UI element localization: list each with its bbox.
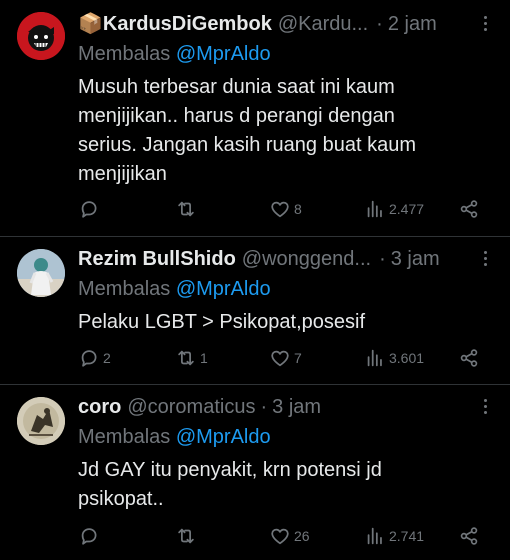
retweet-button[interactable] bbox=[175, 197, 200, 221]
speech-bubble-icon bbox=[81, 201, 97, 218]
action-bar: 2 1 7 3.601 bbox=[78, 346, 482, 370]
more-vertical-icon[interactable] bbox=[478, 246, 492, 270]
speech-bubble-icon bbox=[81, 350, 97, 367]
reply-button[interactable]: 2 bbox=[78, 346, 111, 370]
reply-context: Membalas @MprAldo bbox=[78, 41, 492, 67]
like-button[interactable]: 26 bbox=[269, 524, 310, 548]
action-bar: 26 2.741 bbox=[78, 524, 482, 548]
mention-link[interactable]: @MprAldo bbox=[176, 426, 271, 448]
views-button[interactable]: 3.601 bbox=[364, 346, 424, 370]
share-icon bbox=[460, 527, 478, 545]
share-button[interactable] bbox=[458, 197, 480, 221]
tweet-card[interactable]: 📦KardusDiGembok @Kardu... · 2 jam Membal… bbox=[0, 0, 510, 236]
like-button[interactable]: 7 bbox=[269, 346, 302, 370]
bar-chart-icon bbox=[367, 527, 382, 545]
view-count: 2.741 bbox=[389, 528, 425, 544]
bar-chart-icon bbox=[367, 200, 382, 218]
display-name[interactable]: 📦KardusDiGembok bbox=[78, 11, 272, 37]
user-handle[interactable]: @Kardu... bbox=[278, 11, 368, 37]
reply-button[interactable] bbox=[78, 197, 103, 221]
bar-chart-icon bbox=[367, 349, 382, 367]
tweet-text: Musuh terbesar dunia saat ini kaum menji… bbox=[78, 76, 416, 185]
tweet-card[interactable]: Rezim BullShido @wonggend... · 3 jam Mem… bbox=[0, 237, 510, 384]
separator-dot: · bbox=[379, 248, 386, 270]
avatar-image bbox=[17, 12, 65, 60]
display-name[interactable]: Rezim BullShido bbox=[78, 246, 236, 272]
avatar[interactable] bbox=[17, 12, 65, 60]
user-handle[interactable]: @coromaticus bbox=[127, 394, 255, 420]
retweet-button[interactable]: 1 bbox=[175, 346, 208, 370]
reply-context: Membalas @MprAldo bbox=[78, 276, 492, 302]
avatar-image bbox=[17, 397, 65, 445]
mention-link[interactable]: @MprAldo bbox=[176, 278, 271, 300]
share-icon bbox=[460, 200, 478, 218]
like-count: 26 bbox=[294, 528, 310, 544]
more-vertical-icon[interactable] bbox=[478, 11, 492, 35]
speech-bubble-icon bbox=[81, 528, 97, 545]
view-count: 3.601 bbox=[389, 350, 425, 366]
separator-dot: · bbox=[260, 396, 268, 418]
timestamp[interactable]: 3 jam bbox=[391, 246, 440, 272]
avatar-image bbox=[17, 249, 65, 297]
share-button[interactable] bbox=[458, 524, 480, 548]
retweet-icon bbox=[178, 528, 194, 544]
heart-icon bbox=[271, 350, 289, 367]
reply-prefix: Membalas bbox=[78, 43, 171, 65]
tweet-text: Jd GAY itu penyakit, krn potensi jd psik… bbox=[78, 459, 382, 510]
display-name[interactable]: coro bbox=[78, 394, 121, 420]
heart-icon bbox=[271, 528, 289, 545]
mention-link[interactable]: @MprAldo bbox=[176, 43, 271, 65]
tweet-card[interactable]: coro @coromaticus · 3 jam Membalas @MprA… bbox=[0, 385, 510, 560]
timestamp[interactable]: 2 jam bbox=[388, 11, 437, 37]
more-vertical-icon[interactable] bbox=[478, 394, 492, 418]
timestamp[interactable]: 3 jam bbox=[272, 394, 321, 420]
tweet-header: 📦KardusDiGembok @Kardu... · 2 jam bbox=[78, 11, 492, 37]
reply-prefix: Membalas bbox=[78, 426, 171, 448]
user-handle[interactable]: @wonggend... bbox=[242, 246, 371, 272]
retweet-icon bbox=[178, 201, 194, 217]
avatar[interactable] bbox=[17, 397, 65, 445]
retweet-count: 1 bbox=[200, 350, 208, 366]
views-button[interactable]: 2.741 bbox=[364, 524, 424, 548]
reply-prefix: Membalas bbox=[78, 278, 171, 300]
reply-context: Membalas @MprAldo bbox=[78, 424, 492, 450]
retweet-button[interactable] bbox=[175, 524, 200, 548]
view-count: 2.477 bbox=[389, 201, 425, 217]
like-button[interactable]: 8 bbox=[269, 197, 302, 221]
tweet-text: Pelaku LGBT > Psikopat,posesif bbox=[78, 311, 366, 333]
share-button[interactable] bbox=[458, 346, 480, 370]
views-button[interactable]: 2.477 bbox=[364, 197, 424, 221]
tweet-header: coro @coromaticus · 3 jam bbox=[78, 394, 492, 420]
action-bar: 8 2.477 bbox=[78, 197, 482, 221]
reply-button[interactable] bbox=[78, 524, 103, 548]
like-count: 7 bbox=[294, 350, 302, 366]
heart-icon bbox=[271, 201, 289, 218]
share-icon bbox=[460, 349, 478, 367]
retweet-icon bbox=[178, 350, 194, 366]
like-count: 8 bbox=[294, 201, 302, 217]
tweet-header: Rezim BullShido @wonggend... · 3 jam bbox=[78, 246, 492, 272]
reply-count: 2 bbox=[103, 350, 111, 366]
separator-dot: · bbox=[376, 13, 383, 35]
avatar[interactable] bbox=[17, 249, 65, 297]
